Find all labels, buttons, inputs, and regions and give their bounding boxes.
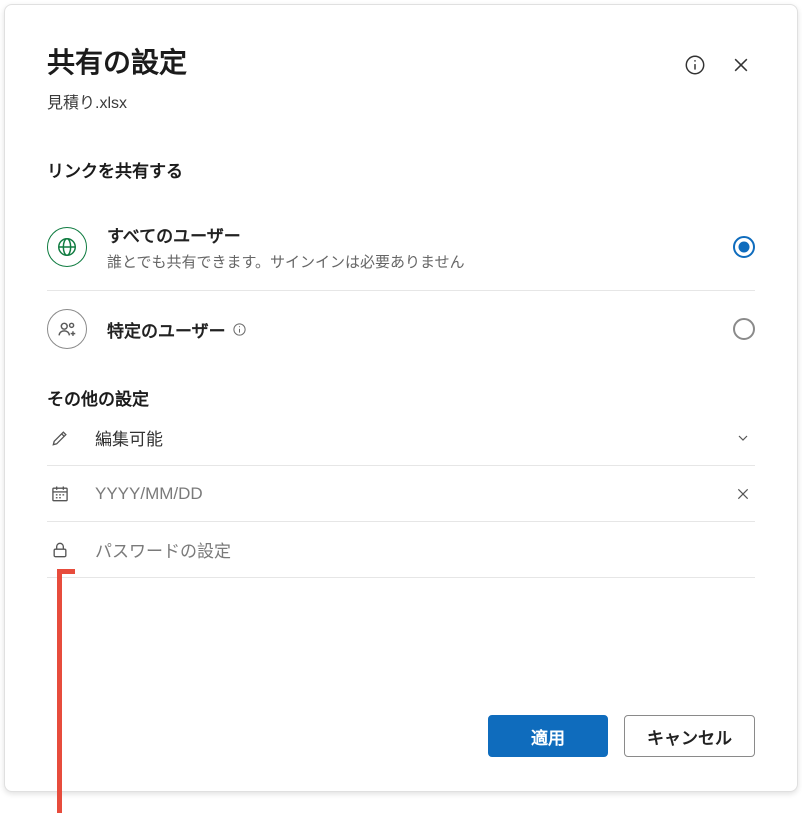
option-everyone-title: すべてのユーザー xyxy=(107,222,723,247)
option-specific-text: 特定のユーザー xyxy=(107,317,723,342)
password-input[interactable]: パスワードの設定 xyxy=(95,537,755,562)
chevron-down-icon xyxy=(731,430,755,446)
share-options: すべてのユーザー 誰とでも共有できます。サインインは必要ありません 特定のユーザ… xyxy=(47,204,755,367)
globe-icon xyxy=(47,227,87,267)
header-actions xyxy=(681,51,755,79)
permission-select[interactable]: 編集可能 xyxy=(47,410,755,466)
header: 共有の設定 見積り.xlsx xyxy=(47,41,755,113)
radio-everyone[interactable] xyxy=(733,236,755,258)
info-icon xyxy=(684,54,706,76)
other-settings-label: その他の設定 xyxy=(47,385,755,410)
permission-label: 編集可能 xyxy=(95,425,721,450)
expiration-date-field[interactable]: YYYY/MM/DD xyxy=(47,466,755,522)
date-input[interactable]: YYYY/MM/DD xyxy=(95,484,721,504)
option-specific[interactable]: 特定のユーザー xyxy=(47,291,755,367)
cancel-button[interactable]: キャンセル xyxy=(624,715,755,757)
option-specific-title-label: 特定のユーザー xyxy=(107,317,226,342)
option-everyone[interactable]: すべてのユーザー 誰とでも共有できます。サインインは必要ありません xyxy=(47,204,755,291)
close-button[interactable] xyxy=(727,51,755,79)
option-specific-title: 特定のユーザー xyxy=(107,317,723,342)
close-icon xyxy=(731,55,751,75)
pencil-icon xyxy=(47,428,73,448)
password-field[interactable]: パスワードの設定 xyxy=(47,522,755,578)
sharing-settings-panel: 共有の設定 見積り.xlsx リンクを共有する すべてのユーザー 誰とでも共有で… xyxy=(4,4,798,792)
info-button[interactable] xyxy=(681,51,709,79)
info-icon xyxy=(232,322,247,337)
option-everyone-text: すべてのユーザー 誰とでも共有できます。サインインは必要ありません xyxy=(107,222,723,272)
filename: 見積り.xlsx xyxy=(47,89,187,113)
calendar-icon xyxy=(47,484,73,504)
close-icon xyxy=(735,486,751,502)
radio-specific[interactable] xyxy=(733,318,755,340)
people-add-icon xyxy=(47,309,87,349)
lock-icon xyxy=(47,540,73,560)
option-everyone-subtitle: 誰とでも共有できます。サインインは必要ありません xyxy=(107,251,723,272)
footer: 適用 キャンセル xyxy=(47,685,755,791)
option-specific-info[interactable] xyxy=(232,321,248,337)
share-link-label: リンクを共有する xyxy=(47,157,755,182)
dialog-title: 共有の設定 xyxy=(47,41,187,81)
title-block: 共有の設定 見積り.xlsx xyxy=(47,41,187,113)
apply-button[interactable]: 適用 xyxy=(488,715,608,757)
clear-date-button[interactable] xyxy=(731,486,755,502)
